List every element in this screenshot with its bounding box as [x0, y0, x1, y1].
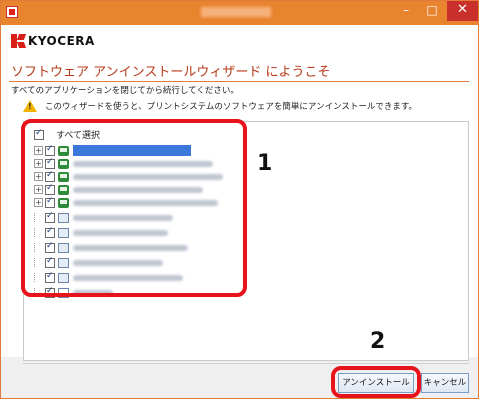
- maximize-button[interactable]: □: [419, 1, 445, 21]
- minimize-button[interactable]: –: [393, 1, 419, 21]
- warning-icon: [23, 100, 37, 112]
- window-title-blurred: [201, 7, 271, 17]
- logo-text: KYOCERA: [28, 34, 95, 48]
- callout-number-1: 1: [257, 151, 273, 176]
- close-button[interactable]: ✕: [447, 1, 478, 21]
- footer-divider: [23, 363, 469, 364]
- cancel-button[interactable]: キャンセル: [421, 373, 469, 393]
- app-icon: [6, 6, 18, 18]
- close-apps-instruction: すべてのアプリケーションを閉じてから続行してください。: [11, 86, 239, 96]
- kyocera-logo-icon: [11, 34, 27, 48]
- callout-box-1: [21, 119, 247, 297]
- callout-box-2: [331, 366, 421, 398]
- brand-header: KYOCERA: [1, 25, 478, 57]
- kyocera-logo: KYOCERA: [11, 33, 95, 49]
- info-text: このウィザードを使うと、プリントシステムのソフトウェアを簡単にアンインストールで…: [45, 102, 418, 112]
- installer-window: – □ ✕ KYOCERA ソフトウェア アンインストールウィザード にようこそ…: [0, 0, 479, 399]
- info-row: このウィザードを使うと、プリントシステムのソフトウェアを簡単にアンインストールで…: [11, 100, 417, 112]
- callout-number-2: 2: [370, 329, 386, 354]
- title-bar[interactable]: – □ ✕: [1, 1, 478, 25]
- wizard-heading: ソフトウェア アンインストールウィザード にようこそ: [11, 65, 331, 80]
- heading-divider: [9, 81, 469, 82]
